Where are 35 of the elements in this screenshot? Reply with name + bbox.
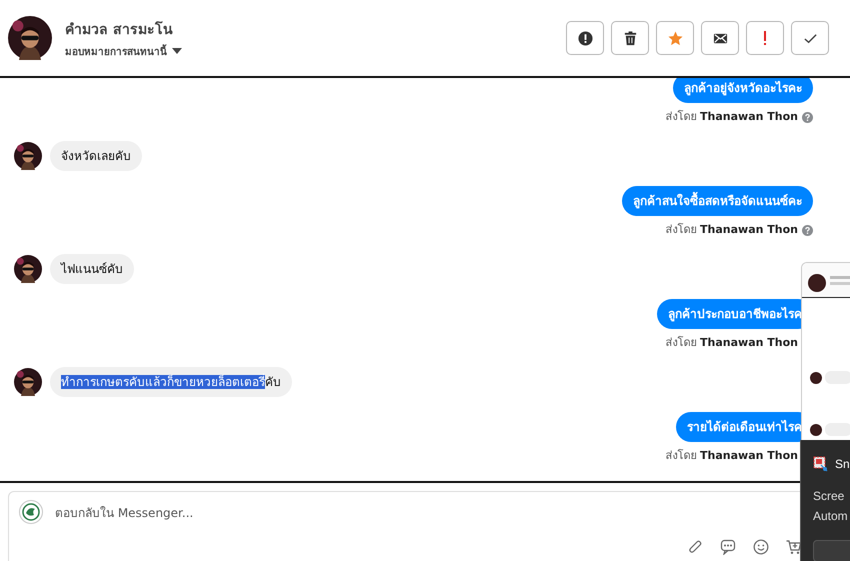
check-button[interactable] bbox=[791, 21, 829, 56]
message-bubble: ทำการเกษตรคับแล้วก็ขายหวยล็อตเตอรี่คับ bbox=[50, 367, 292, 398]
help-icon[interactable] bbox=[802, 224, 813, 236]
cart-plus-icon[interactable] bbox=[786, 539, 802, 555]
report-button[interactable] bbox=[566, 21, 604, 56]
trash-button[interactable] bbox=[611, 21, 649, 56]
chat-dots-icon[interactable] bbox=[720, 539, 736, 555]
contact-name: คำมวล สารมะโน bbox=[65, 20, 174, 40]
reply-field[interactable]: ตอบกลับใน Messenger... bbox=[53, 505, 457, 521]
sender-caption: ส่งโดย Thanawan Thon bbox=[666, 110, 798, 124]
notification-text: Scree Autom bbox=[813, 488, 849, 525]
sender-caption: ส่งโดย Thanawan Thon bbox=[666, 449, 798, 464]
trash-icon bbox=[622, 30, 638, 46]
avatar bbox=[8, 16, 52, 60]
report-icon bbox=[578, 30, 592, 46]
mail-button[interactable] bbox=[701, 21, 739, 56]
caret-icon bbox=[172, 48, 182, 54]
assign-dropdown[interactable]: มอบหมายการสนทนานี้ bbox=[65, 44, 182, 59]
star-button[interactable] bbox=[656, 21, 694, 56]
sender-caption: ส่งโดย Thanawan Thon bbox=[666, 336, 798, 350]
app-name: Sn bbox=[835, 457, 850, 471]
sender-caption: ส่งโดย Thanawan Thon bbox=[666, 223, 798, 238]
avatar bbox=[14, 255, 42, 284]
page-logo bbox=[19, 500, 43, 524]
avatar bbox=[14, 368, 42, 396]
message-bubble: จังหวัดเลยคับ bbox=[50, 141, 142, 172]
paperclip-icon[interactable] bbox=[687, 539, 703, 555]
message-bubble: ไฟแนนซ์คับ bbox=[50, 254, 134, 284]
message-bubble: ลูกค้าอยู่จังหวัดอะไรคะ bbox=[673, 78, 813, 104]
emoji-icon[interactable] bbox=[753, 539, 769, 555]
snipping-tool-icon bbox=[813, 456, 829, 472]
star-icon bbox=[668, 30, 682, 46]
avatar bbox=[14, 142, 42, 170]
message-bubble: ลูกค้าสนใจซื้อสดหรือจัดแนนซ์คะ bbox=[622, 186, 813, 216]
help-icon[interactable] bbox=[802, 112, 813, 123]
